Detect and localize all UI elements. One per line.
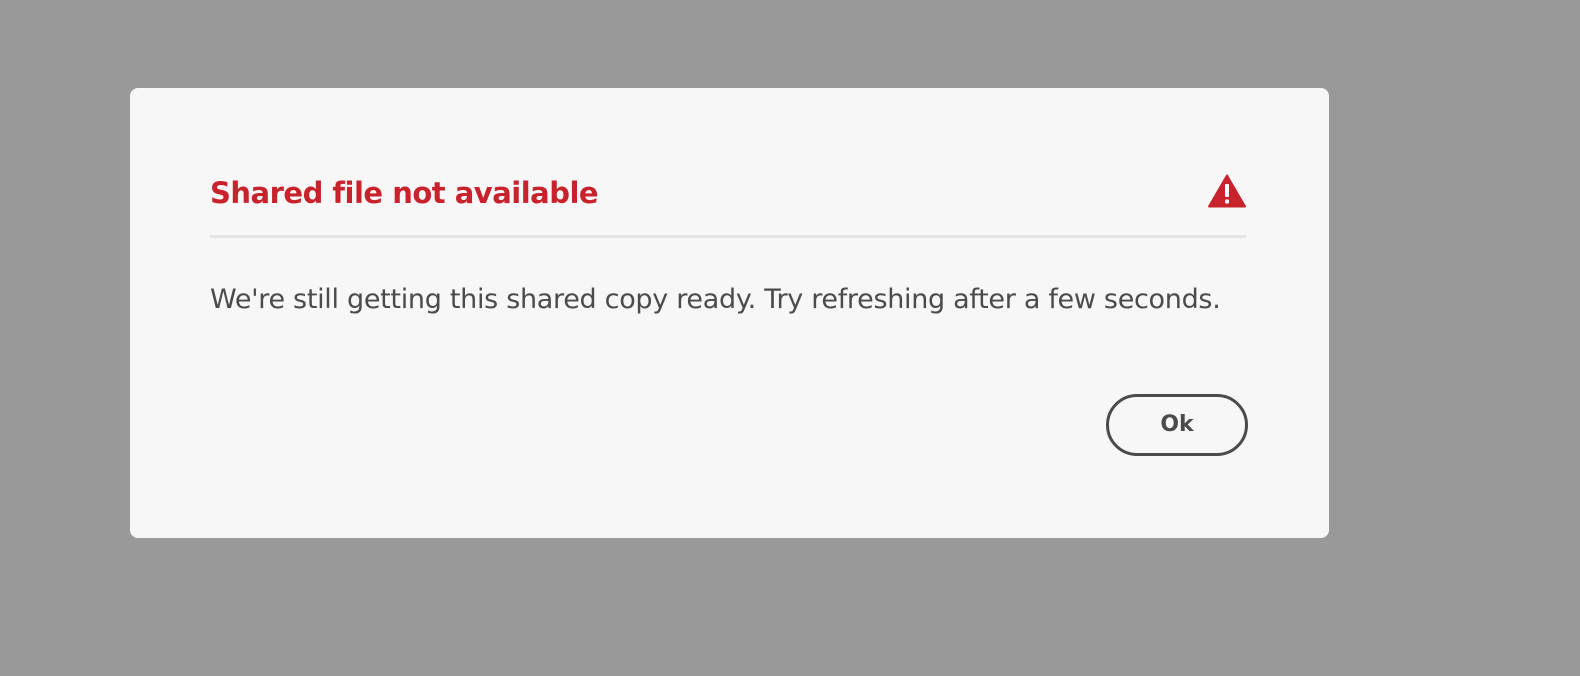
ok-button[interactable]: Ok [1106, 394, 1248, 456]
dialog-header: Shared file not available [210, 168, 1246, 238]
dialog-title: Shared file not available [210, 176, 599, 210]
alert-dialog: Shared file not available We're still ge… [130, 88, 1329, 538]
dialog-message: We're still getting this shared copy rea… [210, 284, 1221, 315]
alert-triangle-icon [1208, 174, 1246, 208]
